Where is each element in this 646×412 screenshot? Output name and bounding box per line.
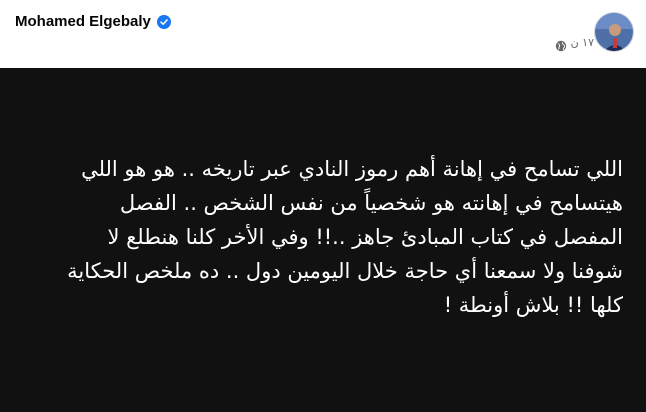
author-block: Mohamed Elgebaly: [15, 13, 171, 30]
verified-badge-icon: [156, 14, 171, 29]
avatar[interactable]: [594, 12, 634, 52]
post-meta: ١٧ ن: [555, 36, 594, 51]
author-name-link[interactable]: Mohamed Elgebaly: [15, 13, 151, 30]
post-header: Mohamed Elgebaly ١٧ ن: [0, 0, 646, 68]
post-body-text: اللي تسامح في إهانة أهم رموز النادي عبر …: [67, 157, 623, 317]
post-background: اللي تسامح في إهانة أهم رموز النادي عبر …: [0, 68, 646, 412]
post-timestamp[interactable]: ١٧ ن: [571, 36, 594, 49]
globe-icon[interactable]: [555, 37, 567, 51]
facebook-post: Mohamed Elgebaly ١٧ ن اللي تسامح في إهان…: [0, 0, 646, 412]
